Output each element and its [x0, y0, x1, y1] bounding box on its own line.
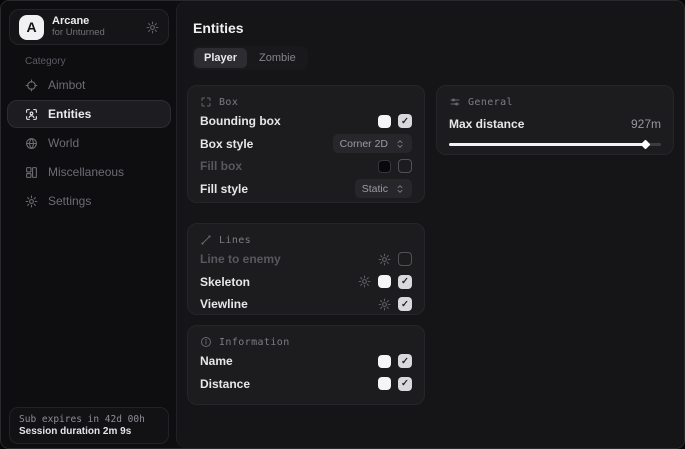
- app-logo: A: [19, 15, 44, 40]
- chevrons-up-down-icon: [395, 184, 405, 194]
- dropdown-value: Static: [362, 183, 388, 195]
- sub-expires-text: Sub expires in 42d 00h: [19, 414, 159, 425]
- color-swatch[interactable]: [378, 377, 391, 390]
- setting-row-max-distance: Max distance 927m: [449, 114, 661, 133]
- diagonal-line-icon: [200, 234, 212, 246]
- box-corners-icon: [200, 96, 212, 108]
- app-subtitle: for Unturned: [52, 28, 138, 39]
- session-duration-text: Session duration 2m 9s: [19, 426, 159, 437]
- checkbox-checked[interactable]: ✓: [398, 114, 412, 128]
- setting-row-viewline: Viewline ✓: [200, 295, 412, 314]
- slider-thumb[interactable]: [640, 139, 650, 149]
- row-label: Distance: [200, 377, 250, 391]
- sidebar-item-aimbot[interactable]: Aimbot: [7, 71, 171, 99]
- section-title-general: General: [468, 97, 513, 108]
- lines-section-card: Lines Line to enemy Skeleton: [187, 223, 425, 315]
- setting-row-name: Name ✓: [200, 352, 412, 371]
- tab-zombie[interactable]: Zombie: [249, 48, 306, 68]
- row-label: Line to enemy: [200, 252, 281, 266]
- setting-row-box-style: Box style Corner 2D: [200, 134, 412, 153]
- tab-player[interactable]: Player: [194, 48, 247, 68]
- info-icon: [200, 336, 212, 348]
- row-label: Viewline: [200, 297, 248, 311]
- sidebar: A Arcane for Unturned Category Aimbot: [1, 1, 176, 448]
- configure-gear-icon[interactable]: [378, 253, 391, 266]
- subscription-card: Sub expires in 42d 00h Session duration …: [9, 407, 169, 444]
- settings-gear-icon[interactable]: [146, 21, 159, 34]
- checkbox-checked[interactable]: ✓: [398, 297, 412, 311]
- arcane-window: A Arcane for Unturned Category Aimbot: [0, 0, 685, 449]
- configure-gear-icon[interactable]: [378, 298, 391, 311]
- sidebar-item-label: World: [48, 136, 79, 150]
- setting-row-line-to-enemy: Line to enemy: [200, 250, 412, 269]
- setting-row-skeleton: Skeleton ✓: [200, 272, 412, 291]
- sidebar-item-entities[interactable]: Entities: [7, 100, 171, 128]
- sidebar-item-label: Miscellaneous: [48, 165, 124, 179]
- category-label: Category: [25, 56, 66, 67]
- checkbox-checked[interactable]: ✓: [398, 377, 412, 391]
- sidebar-item-label: Settings: [48, 194, 91, 208]
- setting-row-distance: Distance ✓: [200, 374, 412, 393]
- checkbox-unchecked[interactable]: [398, 252, 412, 266]
- grid-icon: [25, 166, 38, 179]
- checkbox-checked[interactable]: ✓: [398, 354, 412, 368]
- sidebar-item-label: Aimbot: [48, 78, 85, 92]
- app-header-card: A Arcane for Unturned: [9, 9, 169, 45]
- max-distance-value: 927m: [631, 117, 661, 131]
- crosshair-icon: [25, 79, 38, 92]
- row-label: Max distance: [449, 117, 524, 131]
- scan-person-icon: [25, 108, 38, 121]
- row-label: Box style: [200, 137, 253, 151]
- color-swatch[interactable]: [378, 115, 391, 128]
- row-label: Skeleton: [200, 275, 250, 289]
- fill-style-dropdown[interactable]: Static: [355, 179, 412, 198]
- color-swatch[interactable]: [378, 160, 391, 173]
- color-swatch[interactable]: [378, 355, 391, 368]
- gear-icon: [25, 195, 38, 208]
- color-swatch[interactable]: [378, 275, 391, 288]
- setting-row-fill-box: Fill box: [200, 157, 412, 176]
- section-title-box: Box: [219, 97, 238, 108]
- configure-gear-icon[interactable]: [358, 275, 371, 288]
- main-panel: Entities Player Zombie Box Bounding box …: [176, 1, 685, 448]
- setting-row-fill-style: Fill style Static: [200, 179, 412, 198]
- section-title-lines: Lines: [219, 235, 251, 246]
- sliders-icon: [449, 96, 461, 108]
- max-distance-slider[interactable]: [449, 140, 661, 148]
- setting-row-bounding-box: Bounding box ✓: [200, 112, 412, 131]
- sidebar-item-world[interactable]: World: [7, 129, 171, 157]
- app-title: Arcane: [52, 15, 138, 28]
- chevrons-up-down-icon: [395, 139, 405, 149]
- page-title: Entities: [193, 20, 244, 36]
- box-section-card: Box Bounding box ✓ Box style Corner 2D: [187, 85, 425, 203]
- globe-icon: [25, 137, 38, 150]
- slider-fill: [449, 143, 646, 146]
- row-label: Fill style: [200, 182, 248, 196]
- section-title-information: Information: [219, 337, 290, 348]
- information-section-card: Information Name ✓ Distance ✓: [187, 325, 425, 405]
- sidebar-nav: Aimbot Entities World Miscellaneous: [7, 71, 171, 215]
- dropdown-value: Corner 2D: [340, 138, 388, 150]
- sidebar-item-settings[interactable]: Settings: [7, 187, 171, 215]
- general-section-card: General Max distance 927m: [436, 85, 674, 155]
- box-style-dropdown[interactable]: Corner 2D: [333, 134, 412, 153]
- row-label: Bounding box: [200, 114, 281, 128]
- checkbox-checked[interactable]: ✓: [398, 275, 412, 289]
- entity-tabs: Player Zombie: [192, 46, 308, 70]
- sidebar-item-miscellaneous[interactable]: Miscellaneous: [7, 158, 171, 186]
- row-label: Fill box: [200, 159, 242, 173]
- row-label: Name: [200, 354, 233, 368]
- checkbox-unchecked[interactable]: [398, 159, 412, 173]
- sidebar-item-label: Entities: [48, 107, 91, 121]
